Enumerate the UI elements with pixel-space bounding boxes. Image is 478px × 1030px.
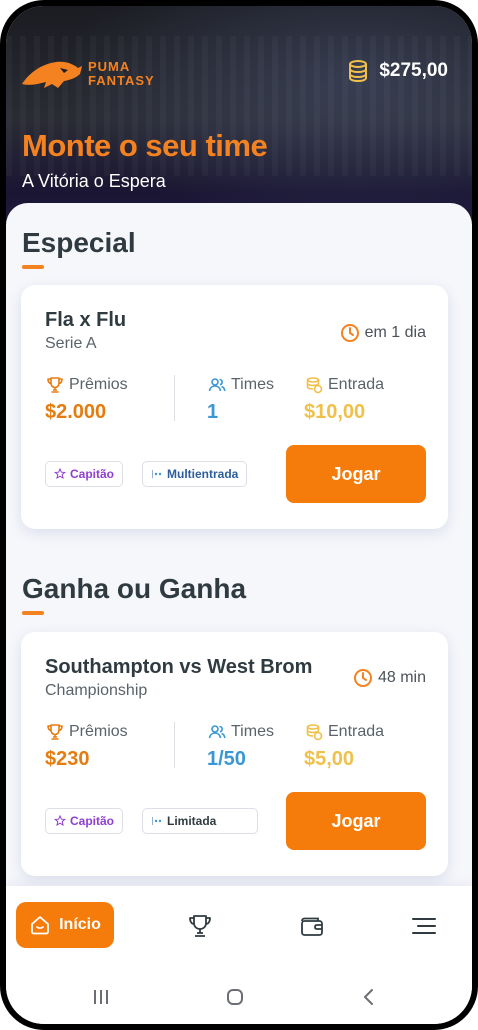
- recents-icon[interactable]: [90, 986, 112, 1008]
- league-name: Championship: [45, 682, 148, 699]
- prizes-label: Prêmios: [69, 376, 128, 393]
- wallet-icon[interactable]: [298, 912, 326, 940]
- logo-line-1: PUMA: [88, 59, 131, 74]
- time-text: em 1 dia: [364, 324, 426, 341]
- nav-home-button[interactable]: Início: [16, 902, 114, 948]
- contest-card[interactable]: Southampton vs West Brom Championship 48…: [21, 632, 448, 876]
- match-title: Southampton vs West Brom: [45, 656, 313, 678]
- trophy-icon: [47, 724, 63, 740]
- stat-divider: [174, 375, 175, 421]
- prizes-label: Prêmios: [69, 723, 128, 740]
- chip-multi-entry-label: Multientrada: [167, 467, 239, 481]
- prizes-value: $230: [45, 748, 90, 770]
- balance-display[interactable]: $275,00: [345, 58, 448, 84]
- prizes-value: $2.000: [45, 401, 107, 423]
- clock-icon: [340, 324, 359, 342]
- nav-home-label: Início: [59, 916, 101, 933]
- stat-divider: [174, 722, 175, 768]
- page-subtitle: A Vitória o Espera: [22, 171, 166, 191]
- phone-frame: PUMA FANTASY $275,00 Monte o seu time A …: [0, 0, 478, 1030]
- teams-stat: Times 1: [207, 375, 274, 424]
- entry-stat: Entrada $5,00: [304, 722, 384, 771]
- logo-text: PUMA FANTASY: [88, 60, 155, 88]
- multi-entry-icon: [152, 817, 162, 825]
- app-screen: PUMA FANTASY $275,00 Monte o seu time A …: [6, 6, 472, 1024]
- entry-value: $10,00: [304, 401, 366, 423]
- chip-limited-label: Limitada: [167, 814, 217, 828]
- contest-card[interactable]: Fla x Flu Serie A em 1 dia Prêmios $2.00…: [21, 285, 448, 529]
- chip-captain[interactable]: Capitão: [45, 461, 124, 487]
- back-icon[interactable]: [358, 986, 380, 1008]
- match-title: Fla x Flu: [45, 309, 127, 331]
- league-name: Serie A: [45, 335, 97, 352]
- entry-label: Entrada: [328, 723, 385, 740]
- coins-icon: [349, 60, 368, 83]
- play-button[interactable]: Jogar: [286, 445, 426, 503]
- menu-icon[interactable]: [410, 912, 438, 940]
- section-title-ganha-ou-ganha: Ganha ou Ganha: [22, 573, 247, 604]
- chip-captain-label: Capitão: [70, 467, 115, 481]
- puma-logo-icon: [22, 61, 82, 88]
- coins-icon: [306, 377, 323, 394]
- section-underline: [22, 265, 44, 269]
- star-icon: [54, 468, 66, 480]
- teams-value: 1/50: [207, 748, 246, 770]
- home-circle-icon[interactable]: [224, 986, 246, 1008]
- teams-value: 1: [207, 401, 219, 423]
- chip-limited[interactable]: Limitada: [142, 808, 258, 834]
- trophy-icon: [47, 377, 63, 393]
- prizes-stat: Prêmios $230: [45, 722, 128, 771]
- page-title: Monte o seu time: [22, 128, 268, 163]
- home-icon: [31, 916, 50, 935]
- entry-value: $5,00: [304, 748, 355, 770]
- trophy-icon[interactable]: [186, 912, 214, 940]
- balance-value: $275,00: [379, 60, 448, 81]
- users-icon: [208, 378, 226, 392]
- time-text: 48 min: [377, 669, 426, 686]
- time-remaining: em 1 dia: [340, 323, 426, 343]
- star-icon: [54, 815, 66, 827]
- users-icon: [208, 725, 226, 739]
- teams-label: Times: [231, 723, 274, 740]
- play-button[interactable]: Jogar: [286, 792, 426, 850]
- section-title-especial: Especial: [22, 227, 136, 258]
- app-logo[interactable]: PUMA FANTASY: [20, 54, 155, 94]
- teams-stat: Times 1/50: [207, 722, 274, 771]
- chip-captain[interactable]: Capitão: [45, 808, 124, 834]
- coins-icon: [306, 724, 323, 741]
- prizes-stat: Prêmios $2.000: [45, 375, 128, 424]
- logo-line-2: FANTASY: [88, 73, 155, 88]
- chip-multi-entry[interactable]: Multientrada: [142, 461, 248, 487]
- teams-label: Times: [231, 376, 274, 393]
- entry-stat: Entrada $10,00: [304, 375, 384, 424]
- multi-entry-icon: [152, 470, 162, 478]
- section-underline: [22, 611, 44, 615]
- system-navigation-bar: [6, 972, 472, 1024]
- clock-icon: [353, 669, 372, 687]
- entry-label: Entrada: [328, 376, 385, 393]
- main-content: Especial Fla x Flu Serie A em 1 dia Prêm…: [6, 203, 472, 903]
- bottom-navigation: Início: [6, 886, 472, 972]
- time-remaining: 48 min: [353, 668, 426, 688]
- chip-captain-label: Capitão: [70, 814, 115, 828]
